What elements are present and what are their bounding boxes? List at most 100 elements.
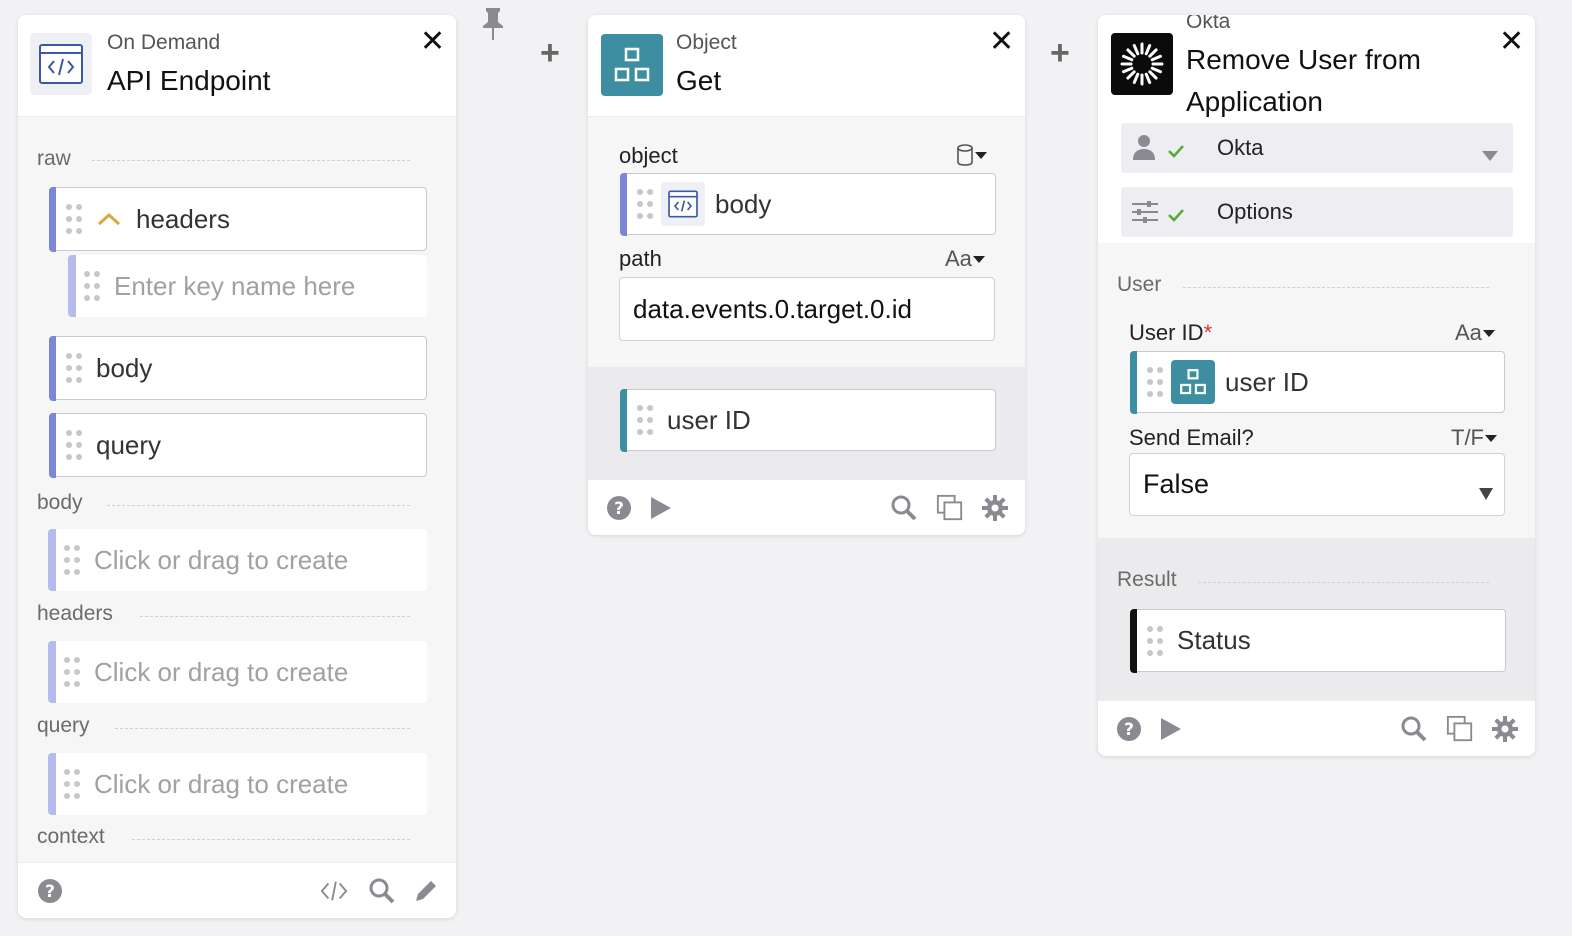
card-title[interactable]: Get [676, 65, 721, 97]
dropdown-caret-icon[interactable] [972, 254, 986, 264]
play-icon[interactable] [1156, 715, 1184, 743]
card-header: On Demand API Endpoint ✕ [18, 15, 456, 117]
card-title-line2[interactable]: Application [1186, 86, 1323, 118]
search-icon[interactable] [1400, 715, 1428, 743]
user-icon [1133, 134, 1155, 166]
object-icon [601, 34, 663, 96]
drag-grip-icon[interactable] [1147, 625, 1163, 656]
section-label-query: query [37, 714, 90, 737]
dropdown-caret-icon[interactable] [974, 150, 988, 160]
help-icon[interactable]: ? [605, 494, 633, 522]
plus-icon[interactable]: + [540, 36, 560, 70]
chip-label: user ID [1225, 366, 1309, 397]
okta-logo-icon [1111, 33, 1173, 95]
card-body: object body path Aa data.events.0.target… [588, 117, 1025, 479]
card-footer: ? [588, 479, 1025, 535]
card-body: raw headers Enter key name here body que… [18, 117, 456, 862]
close-icon[interactable]: ✕ [420, 27, 445, 57]
search-icon[interactable] [890, 494, 918, 522]
raw-item-body[interactable]: body [48, 335, 427, 401]
plus-icon[interactable]: + [1050, 36, 1070, 70]
send-email-label: Send Email? [1129, 425, 1254, 450]
card-subtitle: Okta [1186, 15, 1231, 33]
dropdown-caret-icon[interactable] [1478, 477, 1494, 508]
drag-grip-icon[interactable] [64, 545, 80, 575]
chip-label: headers [136, 203, 230, 234]
query-create-slot[interactable]: Click or drag to create [48, 753, 427, 815]
drag-grip-icon[interactable] [66, 353, 82, 383]
send-email-select[interactable]: False [1129, 453, 1505, 516]
check-icon [1167, 203, 1185, 229]
key-name-input[interactable]: Enter key name here [68, 255, 427, 317]
headers-create-slot[interactable]: Click or drag to create [48, 641, 427, 703]
dropdown-caret-icon[interactable] [1484, 433, 1498, 443]
api-endpoint-icon [661, 182, 705, 226]
okta-remove-user-card: Okta Remove User from Application ✕ Okta… [1098, 15, 1535, 756]
drag-grip-icon[interactable] [66, 204, 82, 234]
api-endpoint-card: On Demand API Endpoint ✕ raw headers Ent… [18, 15, 456, 918]
card-footer: ? [1098, 700, 1535, 756]
api-endpoint-icon [30, 33, 92, 95]
object-get-card: Object Get ✕ object body path Aa data.ev… [588, 15, 1025, 535]
card-header: Object Get ✕ [588, 15, 1025, 117]
connection-selector[interactable]: Okta [1121, 123, 1513, 173]
raw-item-query[interactable]: query [48, 412, 427, 478]
close-icon[interactable]: ✕ [1499, 27, 1524, 57]
object-icon [1171, 360, 1215, 404]
object-label: object [619, 143, 678, 168]
search-icon[interactable] [368, 877, 396, 905]
chevron-up-icon[interactable] [96, 211, 122, 227]
raw-item-headers[interactable]: headers [48, 186, 427, 252]
card-title[interactable]: API Endpoint [107, 65, 270, 97]
drag-grip-icon[interactable] [66, 430, 82, 460]
card-header: Okta Remove User from Application ✕ [1098, 15, 1535, 117]
body-create-slot[interactable]: Click or drag to create [48, 529, 427, 591]
drag-grip-icon[interactable] [64, 769, 80, 799]
copy-icon[interactable] [936, 494, 964, 522]
output-chip-user-id[interactable]: user ID [619, 388, 996, 452]
type-tag: Aa [945, 246, 972, 271]
drag-grip-icon[interactable] [84, 271, 100, 301]
copy-icon[interactable] [1446, 715, 1474, 743]
svg-text:?: ? [614, 499, 624, 519]
database-icon[interactable] [956, 143, 988, 167]
object-chip-body[interactable]: body [619, 172, 996, 236]
chip-label: body [715, 188, 772, 219]
drag-grip-icon[interactable] [64, 657, 80, 687]
user-id-chip[interactable]: user ID [1129, 350, 1505, 414]
drag-grip-icon[interactable] [637, 405, 653, 435]
type-tag: Aa [1455, 320, 1482, 345]
gear-icon[interactable] [1491, 715, 1519, 743]
path-label: path [619, 246, 662, 271]
help-icon[interactable]: ? [36, 877, 64, 905]
drag-grip-icon[interactable] [1147, 367, 1163, 397]
path-input[interactable]: data.events.0.target.0.id [619, 277, 995, 341]
create-placeholder: Click or drag to create [94, 768, 349, 799]
section-label-raw: raw [37, 147, 71, 170]
code-icon[interactable] [320, 877, 348, 905]
dropdown-caret-icon[interactable] [1481, 142, 1499, 168]
user-id-label: User ID* [1129, 320, 1213, 345]
play-icon[interactable] [646, 494, 674, 522]
connection-name: Okta [1217, 135, 1264, 160]
help-icon[interactable]: ? [1115, 715, 1143, 743]
result-chip-status[interactable]: Status [1129, 608, 1506, 673]
card-title-line1[interactable]: Remove User from [1186, 44, 1421, 76]
pencil-icon[interactable] [412, 877, 440, 905]
section-label-body: body [37, 491, 83, 514]
pin-icon[interactable] [480, 6, 506, 42]
check-icon [1167, 139, 1185, 165]
section-label-headers: headers [37, 602, 113, 625]
svg-text:?: ? [1124, 720, 1134, 740]
send-email-type-toggle[interactable]: T/F [1451, 425, 1498, 451]
type-tag: T/F [1451, 425, 1484, 450]
path-type-toggle[interactable]: Aa [945, 246, 986, 272]
options-row[interactable]: Options [1121, 187, 1513, 237]
section-label-result: Result [1117, 568, 1177, 591]
gear-icon[interactable] [981, 494, 1009, 522]
close-icon[interactable]: ✕ [989, 27, 1014, 57]
dropdown-caret-icon[interactable] [1482, 328, 1496, 338]
card-subtitle: On Demand [107, 31, 221, 54]
user-id-type-toggle[interactable]: Aa [1455, 320, 1496, 346]
drag-grip-icon[interactable] [637, 189, 653, 219]
